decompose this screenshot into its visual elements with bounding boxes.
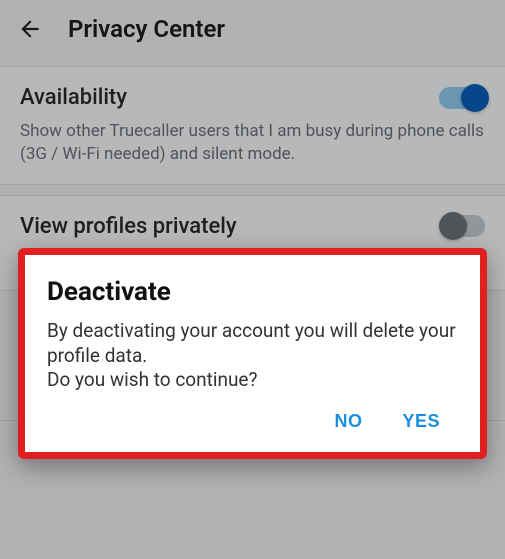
privacy-center-screen: Privacy Center Availability Show other T… bbox=[0, 0, 505, 559]
yes-button[interactable]: YES bbox=[402, 411, 440, 432]
app-bar: Privacy Center bbox=[0, 0, 505, 58]
toggle-knob bbox=[461, 84, 489, 112]
deactivate-dialog-highlight: Deactivate By deactivating your account … bbox=[18, 248, 487, 459]
availability-toggle[interactable] bbox=[439, 87, 485, 109]
view-privately-title: View profiles privately bbox=[20, 214, 237, 239]
dialog-title: Deactivate bbox=[47, 277, 458, 307]
view-privately-toggle[interactable] bbox=[439, 215, 485, 237]
availability-description: Show other Truecaller users that I am bu… bbox=[20, 120, 485, 166]
no-button[interactable]: NO bbox=[334, 411, 362, 432]
arrow-left-icon bbox=[17, 16, 43, 42]
dialog-body: By deactivating your account you will de… bbox=[47, 319, 458, 393]
page-title: Privacy Center bbox=[68, 15, 225, 43]
section-availability: Availability Show other Truecaller users… bbox=[0, 66, 505, 185]
dialog-actions: NO YES bbox=[47, 393, 458, 442]
deactivate-dialog: Deactivate By deactivating your account … bbox=[25, 255, 480, 452]
availability-title: Availability bbox=[20, 85, 127, 110]
back-button[interactable] bbox=[16, 15, 44, 43]
